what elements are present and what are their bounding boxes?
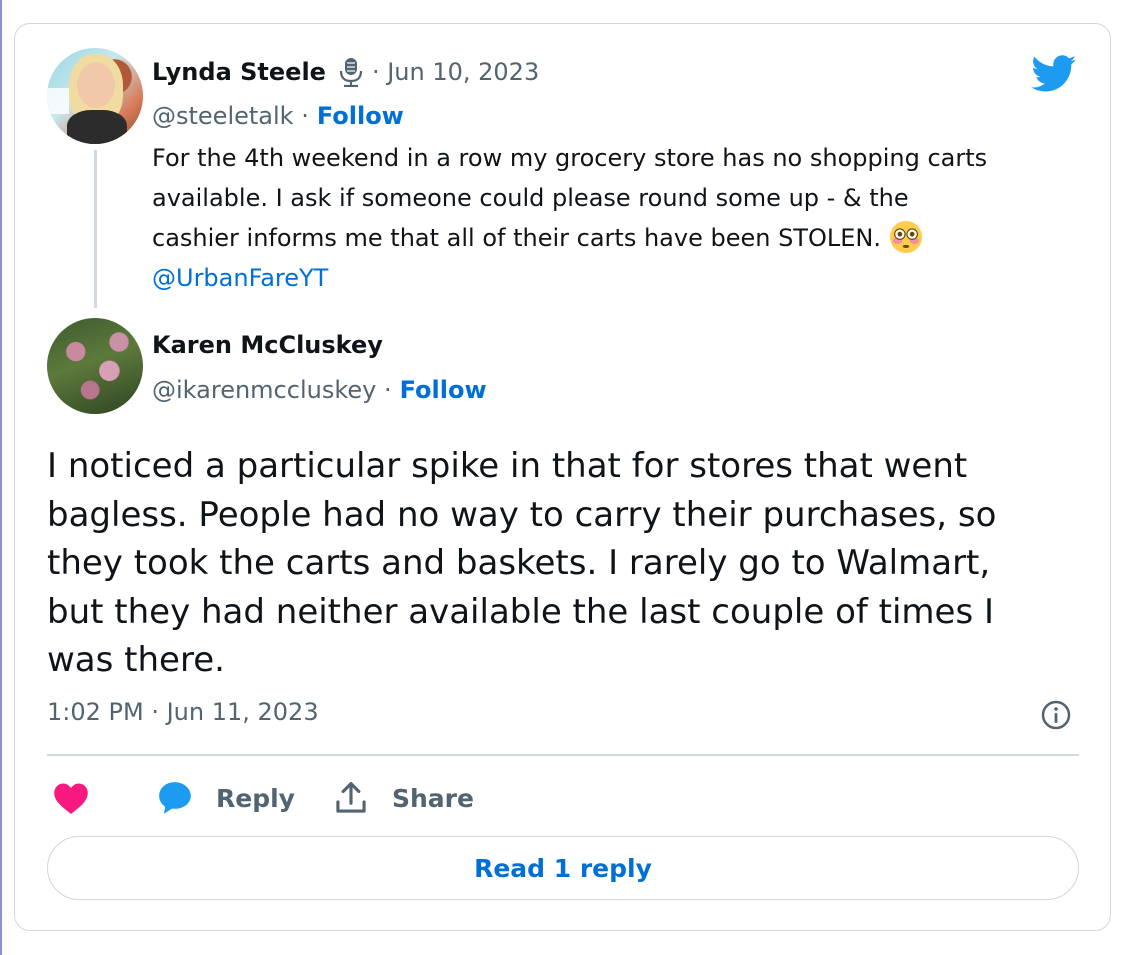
avatar-karen-mccluskey[interactable] xyxy=(47,318,143,414)
quoted-text-line: For the 4th weekend in a row my grocery … xyxy=(152,144,988,172)
follow-button-lynda[interactable]: Follow xyxy=(317,102,404,130)
avatar-lynda-steele[interactable] xyxy=(47,48,143,144)
quoted-tweet-header: Lynda Steele · Jun 10, 2023 xyxy=(152,54,539,90)
thread-connector-line xyxy=(94,150,97,308)
quoted-text-line: cashier informs me that all of their car… xyxy=(152,224,881,252)
quoted-date[interactable]: · Jun 10, 2023 xyxy=(372,58,539,86)
reply-handle[interactable]: @ikarenmccluskey · xyxy=(152,376,392,404)
reply-bubble-icon xyxy=(159,782,191,814)
quoted-text-line: available. I ask if someone could please… xyxy=(152,184,909,212)
reply-timestamp[interactable]: 1:02 PM · Jun 11, 2023 xyxy=(47,698,319,726)
flushed-face-emoji xyxy=(889,220,923,254)
info-icon[interactable] xyxy=(1040,699,1072,731)
action-divider xyxy=(47,754,1079,756)
reply-tweet-text: I noticed a particular spike in that for… xyxy=(47,446,997,680)
reply-author-name[interactable]: Karen McCluskey xyxy=(152,331,383,359)
twitter-bird-icon[interactable] xyxy=(1031,55,1077,93)
quoted-handle[interactable]: @steeletalk · xyxy=(152,102,309,130)
share-label: Share xyxy=(392,783,474,813)
page-edge xyxy=(0,0,2,955)
reply-label: Reply xyxy=(216,783,295,813)
quoted-author-name[interactable]: Lynda Steele xyxy=(152,58,326,86)
read-replies-button[interactable]: Read 1 reply xyxy=(47,836,1079,900)
share-icon xyxy=(336,782,366,813)
quoted-tweet-text: For the 4th weekend in a row my grocery … xyxy=(152,138,1092,298)
read-replies-label: Read 1 reply xyxy=(474,853,652,883)
microphone-icon xyxy=(339,58,363,87)
reply-handle-row: @ikarenmccluskey · Follow xyxy=(152,372,487,408)
reply-header: Karen McCluskey xyxy=(152,327,383,363)
share-action[interactable]: Share xyxy=(335,778,474,818)
follow-button-karen[interactable]: Follow xyxy=(400,376,487,404)
reply-action[interactable]: Reply xyxy=(156,778,295,818)
mention-link[interactable]: @UrbanFareYT xyxy=(152,258,1092,298)
quoted-handle-row: @steeletalk · Follow xyxy=(152,98,404,134)
heart-icon[interactable] xyxy=(52,782,90,814)
